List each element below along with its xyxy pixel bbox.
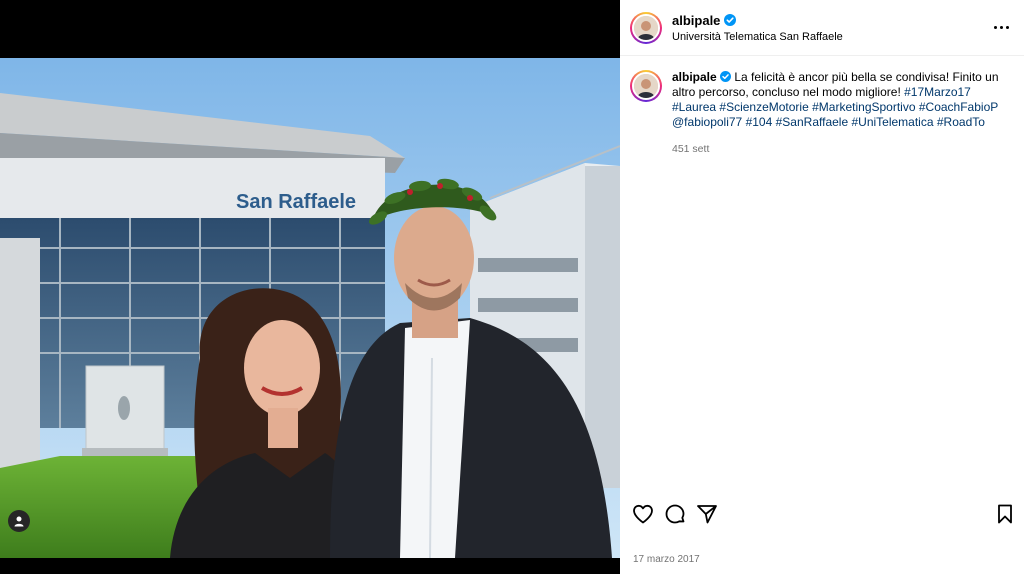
post-photo[interactable]: San Raffaele [0,58,620,558]
caption-timestamp[interactable]: 451 sett [672,142,1012,157]
caption-username[interactable]: albipale [672,70,717,84]
verified-badge-icon [720,71,732,82]
hashtag-link[interactable]: #CoachFabioP [919,100,998,114]
hashtag-link[interactable]: #MarketingSportivo [812,100,915,114]
post-date[interactable]: 17 marzo 2017 [633,554,700,565]
action-bar [620,500,1024,530]
location-link[interactable]: Università Telematica San Raffaele [672,31,843,43]
hashtag-link[interactable]: #Laurea [672,100,716,114]
post-header: albipale Università Telematica San Raffa… [620,0,1024,56]
mention-link[interactable]: @fabiopoli77 [672,115,742,129]
hashtag-link[interactable]: #SanRaffaele [776,115,849,129]
hashtag-link[interactable]: #17Marzo17 [904,85,971,99]
username-link[interactable]: albipale [672,13,720,28]
caption-avatar[interactable] [630,70,662,102]
heart-icon[interactable] [631,502,655,526]
hashtag-link[interactable]: #RoadTo [937,115,985,129]
caption-body: albipale La felicità è ancor più bella s… [672,70,1012,157]
photo-illustration: San Raffaele [0,58,620,558]
hashtag-link[interactable]: #ScienzeMotorie [719,100,808,114]
paper-plane-icon[interactable] [695,502,719,526]
verified-badge-icon [724,14,737,26]
comment-icon[interactable] [663,502,687,526]
more-options-icon[interactable] [990,17,1012,37]
hashtag-link[interactable]: #104 [746,115,773,129]
avatar[interactable] [630,11,662,44]
photo-pane: San Raffaele [0,0,620,574]
user-tag-icon[interactable] [8,510,30,532]
building-sign: San Raffaele [236,191,356,213]
post-info-pane: albipale Università Telematica San Raffa… [620,0,1024,574]
caption: albipale La felicità è ancor più bella s… [630,70,1014,157]
hashtag-link[interactable]: #UniTelematica [851,115,933,129]
bookmark-icon[interactable] [993,502,1017,526]
